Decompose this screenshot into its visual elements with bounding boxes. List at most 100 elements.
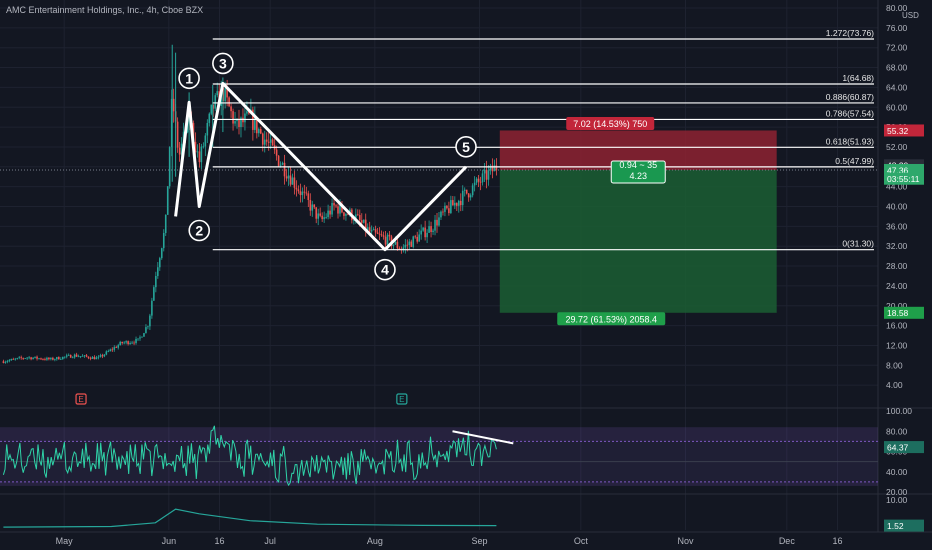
- price-axis-tick: 28.00: [886, 261, 908, 271]
- candle-body: [469, 195, 472, 198]
- candle-body: [208, 113, 211, 123]
- candle-body: [465, 189, 468, 194]
- candle-body: [103, 354, 106, 357]
- candle-body: [368, 227, 371, 232]
- candle-body: [456, 202, 458, 206]
- take-profit-text: 29.72 (61.53%) 2058.4: [565, 314, 657, 324]
- candle-body: [77, 356, 80, 358]
- candle-body: [287, 175, 290, 179]
- candle-body: [263, 139, 266, 145]
- candle-body: [61, 356, 64, 360]
- price-axis-badge-text: 55.32: [887, 126, 909, 136]
- price-axis-tick: 4.00: [886, 380, 903, 390]
- stop-loss-text: 7.02 (14.53%) 750: [573, 119, 647, 129]
- price-axis-tick: 72.00: [886, 43, 908, 53]
- candle-body: [164, 214, 167, 233]
- candle-body: [109, 349, 112, 352]
- candle-body: [141, 336, 143, 338]
- candle-body: [234, 121, 236, 124]
- candle-body: [232, 111, 234, 124]
- candle-body: [374, 229, 377, 233]
- candle-body: [370, 230, 373, 232]
- candle-body: [151, 300, 153, 316]
- candle-body: [313, 204, 316, 208]
- rsi-axis-tick: 100.00: [886, 406, 912, 416]
- candle-body: [83, 355, 86, 357]
- candle-body: [424, 227, 426, 238]
- candle-body: [479, 181, 482, 183]
- volume-value-text: 1.52: [887, 521, 904, 531]
- candle-body: [155, 276, 157, 288]
- candle-body: [198, 151, 201, 163]
- candle-body: [133, 342, 135, 344]
- candle-body: [87, 356, 90, 359]
- price-axis-tick: 16.00: [886, 321, 908, 331]
- candle-body: [107, 351, 110, 352]
- candle-body: [269, 139, 272, 143]
- candle-body: [196, 151, 199, 153]
- candle-body: [438, 217, 440, 226]
- candle-body: [14, 358, 17, 360]
- candle-body: [202, 146, 205, 148]
- candle-body: [131, 342, 133, 344]
- candle-body: [22, 358, 24, 359]
- candle-body: [153, 287, 155, 301]
- candle-body: [91, 356, 94, 359]
- candle-body: [360, 220, 363, 223]
- wave-point-label: 2: [195, 223, 203, 239]
- candle-body: [448, 208, 450, 214]
- candle-body: [135, 338, 137, 344]
- candle-body: [485, 169, 488, 180]
- date-axis-tick: Sep: [472, 536, 488, 546]
- candle-body: [293, 177, 296, 188]
- candle-body: [440, 211, 442, 218]
- candle-body: [380, 234, 383, 236]
- candle-body: [323, 217, 325, 220]
- candle-body: [428, 226, 430, 233]
- candle-body: [358, 214, 361, 221]
- price-axis-tick: 36.00: [886, 221, 908, 231]
- candle-body: [303, 191, 306, 193]
- candle-body: [54, 359, 56, 360]
- candle-body: [18, 357, 21, 359]
- candle-body: [168, 147, 171, 187]
- candle-body: [473, 182, 476, 186]
- candle-body: [16, 358, 19, 359]
- candle-body: [4, 361, 7, 363]
- candle-body: [69, 354, 72, 358]
- candle-body: [50, 357, 52, 360]
- candle-body: [137, 338, 139, 340]
- price-axis-tick: 12.00: [886, 340, 908, 350]
- candle-body: [327, 210, 329, 218]
- candle-body: [299, 191, 302, 196]
- chart-title: AMC Entertainment Holdings, Inc., 4h, Cb…: [6, 5, 204, 15]
- candle-body: [378, 233, 381, 235]
- candle-body: [291, 177, 294, 185]
- candle-body: [56, 357, 58, 360]
- candle-body: [444, 205, 446, 212]
- candle-body: [410, 241, 413, 247]
- rsi-panel: [0, 425, 878, 487]
- price-axis-tick: 8.00: [886, 360, 903, 370]
- candle-body: [71, 357, 74, 359]
- candle-body: [89, 358, 92, 359]
- candle-body: [454, 202, 456, 206]
- candle-body: [121, 341, 123, 344]
- candle-body: [461, 190, 464, 206]
- candle-body: [325, 217, 327, 218]
- candle-body: [335, 205, 337, 207]
- candle-body: [396, 241, 399, 249]
- candle-body: [307, 193, 310, 201]
- date-axis-tick: May: [56, 536, 74, 546]
- candle-body: [46, 357, 48, 360]
- candle-body: [166, 186, 169, 215]
- candle-body: [63, 356, 66, 358]
- candle-body: [434, 219, 436, 231]
- rsi-overbought-zone: [0, 427, 878, 442]
- date-axis-tick: Aug: [367, 536, 383, 546]
- candle-body: [178, 147, 181, 155]
- risk-reward-text: 0.94 ~ 35: [619, 160, 657, 170]
- candle-body: [297, 189, 300, 192]
- wave-point-label: 1: [185, 70, 193, 86]
- candle-body: [275, 149, 278, 156]
